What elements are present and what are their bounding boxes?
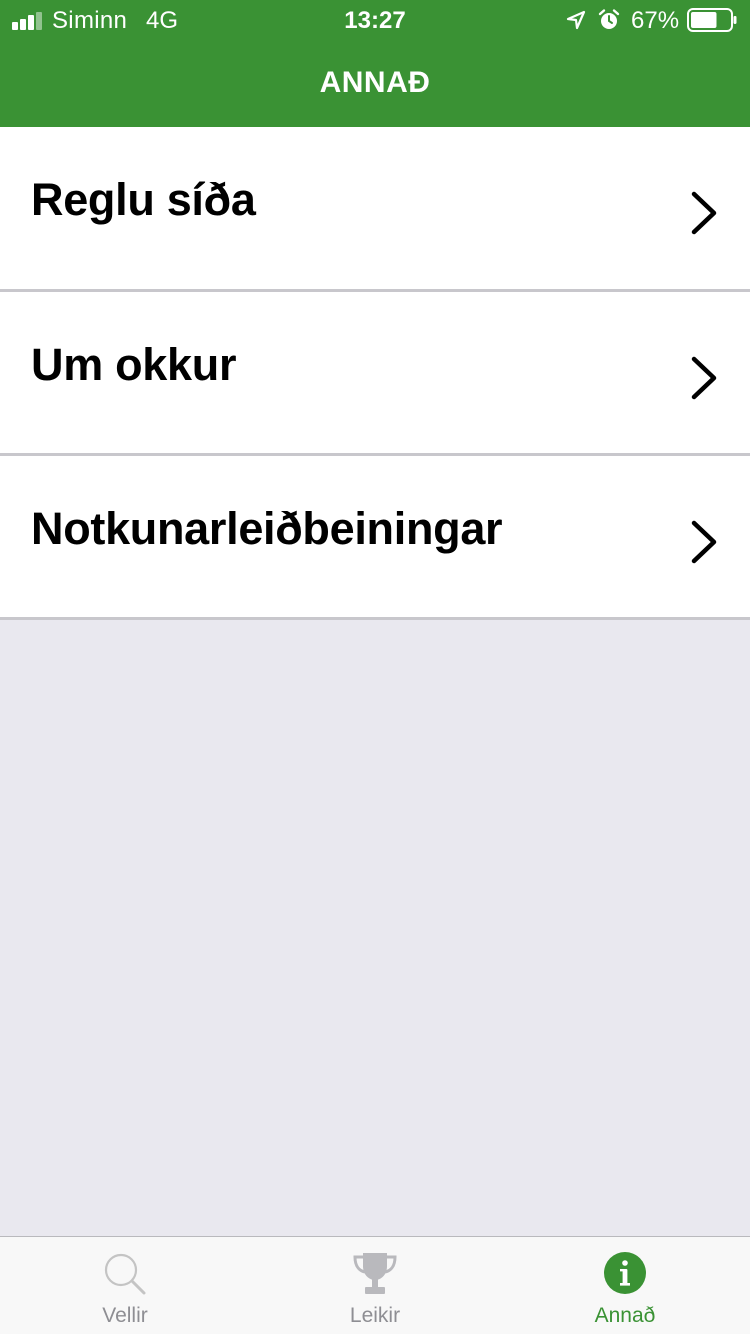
search-icon	[104, 1253, 146, 1295]
tab-label: Leikir	[349, 1304, 401, 1327]
menu-item-label: Reglu síða	[31, 174, 256, 225]
status-bar: Siminn 4G 13:27 67%	[0, 0, 750, 40]
page-title: ANNAÐ	[319, 66, 431, 99]
chevron-right-icon	[691, 191, 717, 235]
menu-list: Reglu síða Um okkur Notkunarleiðbeininga…	[0, 127, 750, 620]
menu-item-um-okkur[interactable]: Um okkur	[0, 292, 750, 456]
tab-leikir[interactable]: Leikir	[250, 1237, 500, 1334]
header-bar: Siminn 4G 13:27 67% ANNAÐ	[0, 0, 750, 127]
alarm-icon	[598, 9, 620, 29]
battery-percent: 67%	[631, 7, 680, 34]
battery-icon	[687, 8, 737, 32]
location-icon	[566, 10, 586, 30]
info-icon	[604, 1252, 646, 1294]
chevron-right-icon	[691, 356, 717, 400]
menu-item-label: Um okkur	[31, 339, 237, 390]
trophy-icon	[353, 1253, 397, 1294]
tab-bar: Vellir Leikir Annað	[0, 1236, 750, 1334]
screen: Siminn 4G 13:27 67% ANNAÐ Reglu síða Um …	[0, 0, 750, 1334]
tab-vellir[interactable]: Vellir	[0, 1237, 250, 1334]
tab-label: Vellir	[102, 1304, 148, 1327]
chevron-right-icon	[691, 520, 717, 564]
tab-annad[interactable]: Annað	[500, 1237, 750, 1334]
menu-item-reglu-sida[interactable]: Reglu síða	[0, 127, 750, 292]
menu-item-label: Notkunarleiðbeiningar	[31, 503, 503, 554]
tab-label: Annað	[594, 1304, 656, 1327]
menu-item-notkunarleidbeiningar[interactable]: Notkunarleiðbeiningar	[0, 456, 750, 620]
